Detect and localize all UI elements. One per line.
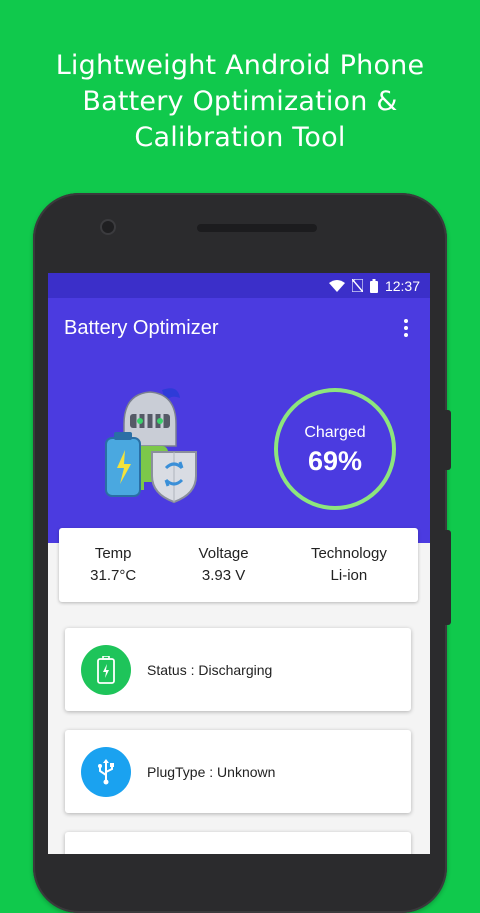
usb-icon bbox=[81, 746, 131, 797]
battery-icon bbox=[369, 278, 378, 293]
phone-screen: 12:37 Battery Optimizer Charged 69% Temp… bbox=[48, 273, 430, 854]
plugtype-text: PlugType : Unknown bbox=[147, 763, 276, 780]
earpiece-speaker bbox=[197, 224, 317, 232]
wifi-icon bbox=[328, 279, 345, 292]
partial-card[interactable] bbox=[65, 832, 411, 854]
promo-line-2: Battery Optimization & bbox=[82, 86, 398, 117]
stat-value: Li-ion bbox=[330, 567, 368, 584]
promo-headline: Lightweight Android Phone Battery Optimi… bbox=[0, 48, 480, 156]
charge-label: Charged bbox=[304, 423, 366, 441]
battery-hero: Charged 69% bbox=[48, 358, 430, 543]
status-bar: 12:37 bbox=[48, 273, 430, 298]
stat-technology: Technology Li-ion bbox=[311, 543, 387, 587]
front-camera bbox=[102, 221, 114, 233]
app-title: Battery Optimizer bbox=[64, 316, 219, 339]
stat-voltage: Voltage 3.93 V bbox=[199, 543, 249, 587]
charge-percent: 69% bbox=[307, 445, 363, 476]
plugtype-card[interactable]: PlugType : Unknown bbox=[65, 730, 411, 813]
status-card[interactable]: Status : Discharging bbox=[65, 628, 411, 711]
status-time: 12:37 bbox=[384, 277, 420, 294]
promo-line-1: Lightweight Android Phone bbox=[55, 50, 425, 81]
no-sim-icon bbox=[351, 279, 363, 292]
stat-value: 31.7°C bbox=[90, 567, 137, 584]
stat-temp: Temp 31.7°C bbox=[90, 543, 136, 587]
battery-stats-card: Temp 31.7°C Voltage 3.93 V Technology Li… bbox=[59, 528, 418, 602]
stat-label: Temp bbox=[94, 545, 132, 562]
battery-status-icon bbox=[81, 644, 131, 695]
stat-value: 3.93 V bbox=[201, 567, 246, 584]
promo-line-3: Calibration Tool bbox=[134, 122, 346, 153]
stat-label: Voltage bbox=[198, 545, 249, 562]
knight-battery-icon bbox=[105, 388, 197, 504]
stat-label: Technology bbox=[310, 545, 387, 562]
overflow-menu-icon[interactable] bbox=[400, 315, 412, 341]
power-button bbox=[445, 530, 451, 625]
charge-gauge: Charged 69% bbox=[274, 388, 396, 510]
status-text: Status : Discharging bbox=[147, 661, 273, 678]
app-bar: Battery Optimizer bbox=[48, 298, 430, 358]
volume-button bbox=[445, 410, 451, 470]
